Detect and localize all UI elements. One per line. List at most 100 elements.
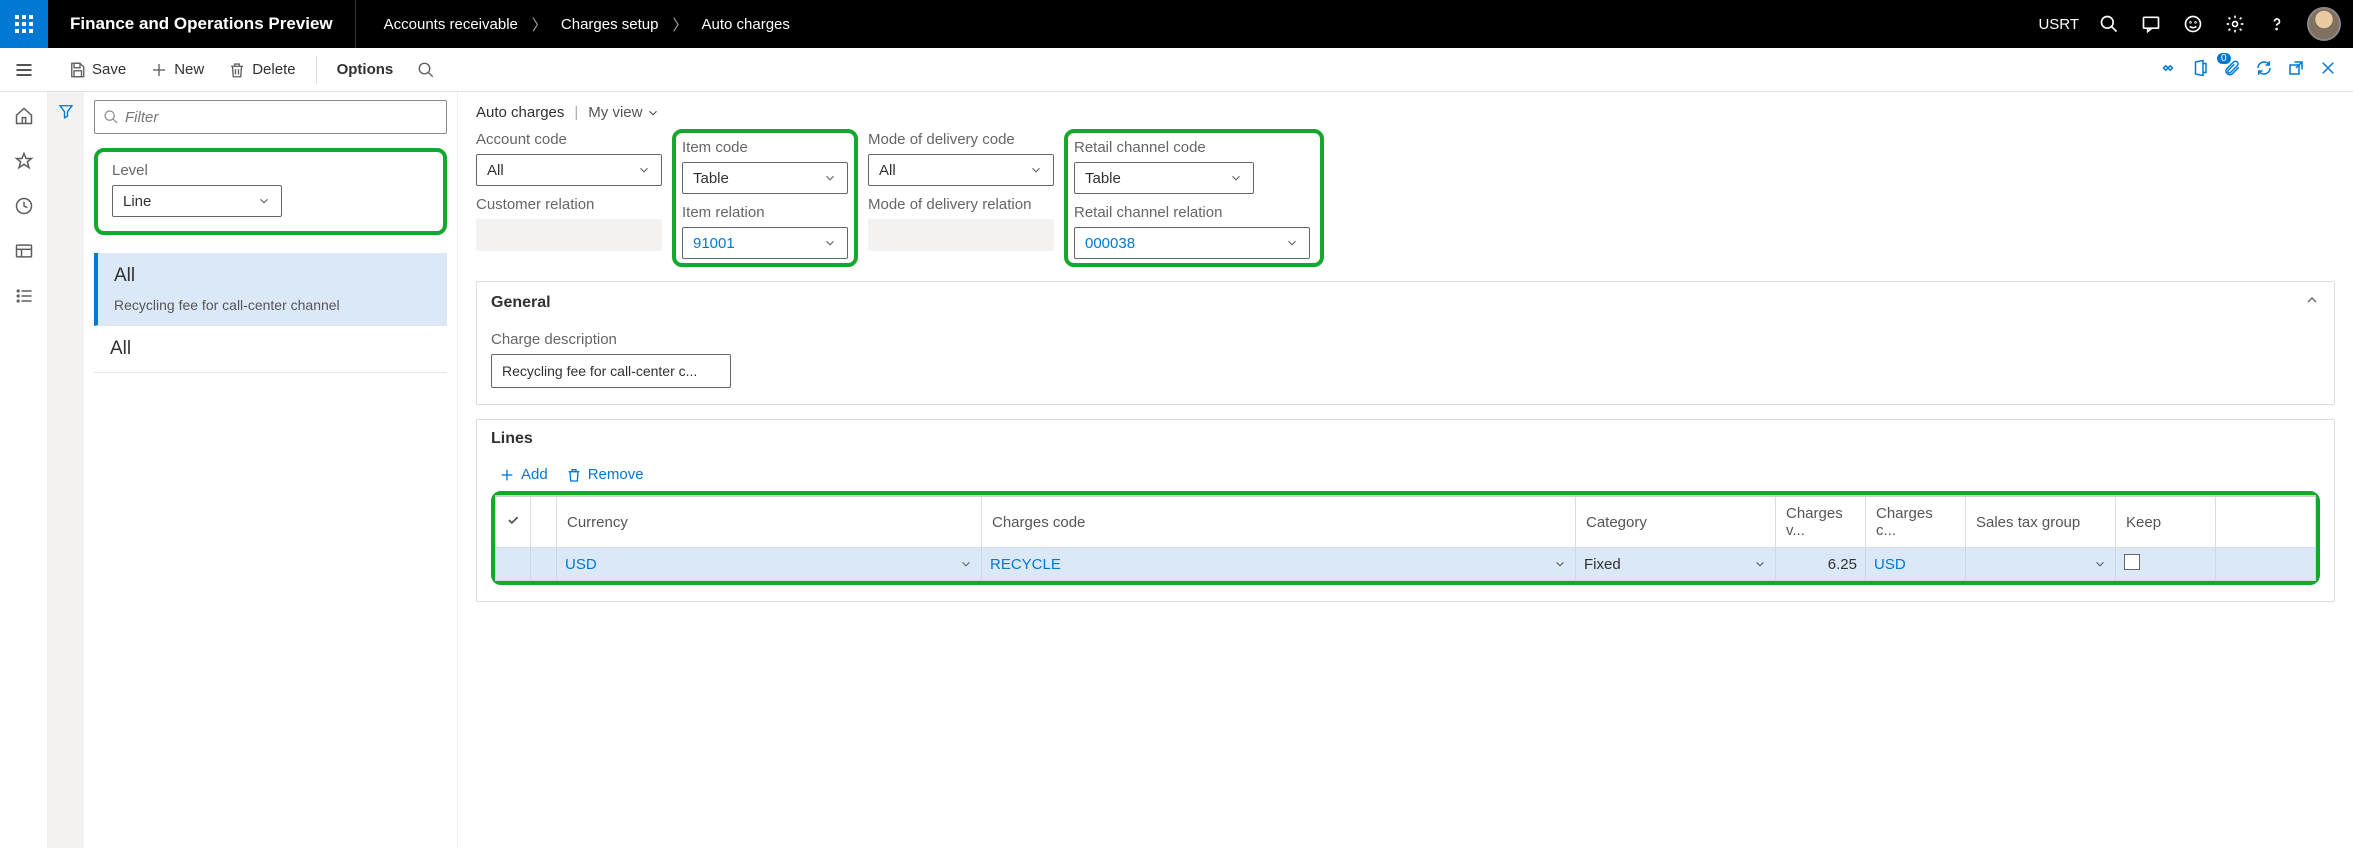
attachments-count: 0: [2217, 53, 2231, 64]
item-relation-select[interactable]: 91001: [682, 227, 848, 259]
item-relation-label: Item relation: [682, 204, 848, 221]
plus-icon: [499, 467, 515, 483]
chevron-down-icon: [637, 163, 651, 177]
mode-delivery-code-select[interactable]: All: [868, 154, 1054, 186]
list-item[interactable]: AllRecycling fee for call-center channel: [94, 253, 447, 326]
retail-channel-relation-select[interactable]: 000038: [1074, 227, 1310, 259]
breadcrumb-item[interactable]: Auto charges: [701, 16, 789, 33]
general-heading: General: [491, 294, 551, 312]
list-item[interactable]: All: [94, 326, 447, 373]
list-item-subtitle: Recycling fee for call-center channel: [114, 297, 431, 313]
search-icon[interactable]: [2097, 12, 2121, 36]
customer-relation-label: Customer relation: [476, 196, 662, 213]
account-code-select[interactable]: All: [476, 154, 662, 186]
save-label: Save: [92, 61, 126, 78]
modules-list-icon[interactable]: [14, 286, 34, 309]
chevron-down-icon: [646, 106, 660, 120]
charge-description-input[interactable]: Recycling fee for call-center c...: [491, 354, 731, 388]
commandbar-search-button[interactable]: [407, 55, 445, 85]
col-charges-c[interactable]: Charges c...: [1866, 496, 1966, 548]
save-icon: [68, 61, 86, 79]
gear-icon[interactable]: [2223, 12, 2247, 36]
messages-icon[interactable]: [2139, 12, 2163, 36]
company-picker[interactable]: USRT: [2038, 16, 2079, 33]
chevron-right-icon: 〉: [672, 14, 687, 35]
chevron-down-icon: [823, 236, 837, 250]
waffle-icon: [15, 15, 33, 33]
refresh-button[interactable]: [2255, 59, 2273, 80]
nav-list: AllRecycling fee for call-center channel…: [94, 253, 447, 373]
commandbar: Save New Delete Options 0: [0, 48, 2353, 92]
remove-line-button[interactable]: Remove: [566, 466, 644, 483]
col-currency[interactable]: Currency: [557, 496, 982, 548]
cell-charges-value[interactable]: 6.25: [1776, 548, 1866, 581]
chevron-down-icon: [1029, 163, 1043, 177]
avatar[interactable]: [2307, 7, 2341, 41]
office-icon[interactable]: [2191, 59, 2209, 80]
retail-channel-relation-label: Retail channel relation: [1074, 204, 1314, 221]
plus-icon: [150, 61, 168, 79]
filter-funnel-button[interactable]: [48, 92, 84, 848]
item-code-select[interactable]: Table: [682, 162, 848, 194]
col-category[interactable]: Category: [1576, 496, 1776, 548]
feedback-smiley-icon[interactable]: [2181, 12, 2205, 36]
collapse-button[interactable]: [2304, 292, 2320, 313]
col-sales-tax-group[interactable]: Sales tax group: [1966, 496, 2116, 548]
add-line-button[interactable]: Add: [499, 466, 548, 483]
home-icon[interactable]: [14, 106, 34, 129]
attachments-button[interactable]: 0: [2223, 59, 2241, 80]
level-label: Level: [112, 162, 431, 179]
item-code-label: Item code: [682, 139, 848, 156]
charge-description-value: Recycling fee for call-center c...: [502, 363, 697, 379]
mode-delivery-code-label: Mode of delivery code: [868, 131, 1054, 148]
cell-charges-code[interactable]: RECYCLE: [982, 548, 1576, 581]
table-row[interactable]: USDRECYCLEFixed6.25USD: [496, 548, 2316, 581]
level-select[interactable]: Line: [112, 185, 282, 217]
delete-button[interactable]: Delete: [218, 55, 305, 85]
cell-charges-c[interactable]: USD: [1866, 548, 1966, 581]
save-button[interactable]: Save: [58, 55, 136, 85]
mode-delivery-relation-field: [868, 219, 1054, 251]
options-button[interactable]: Options: [327, 55, 404, 84]
trash-icon: [566, 467, 582, 483]
header-fields-row: Account code All Customer relation Item …: [476, 129, 2335, 267]
filter-input[interactable]: [94, 100, 447, 134]
link-icon[interactable]: [2159, 59, 2177, 80]
filter-input-field[interactable]: [125, 109, 438, 126]
breadcrumb-item[interactable]: Charges setup: [561, 16, 659, 33]
select-all-checkbox[interactable]: [496, 496, 531, 548]
favorites-star-icon[interactable]: [14, 151, 34, 174]
help-icon[interactable]: [2265, 12, 2289, 36]
close-button[interactable]: [2319, 59, 2337, 80]
nav-toggle-button[interactable]: [0, 60, 48, 80]
list-item-title: All: [110, 338, 431, 360]
popout-button[interactable]: [2287, 59, 2305, 80]
workspaces-icon[interactable]: [14, 241, 34, 264]
chevron-down-icon: [257, 194, 271, 208]
new-button[interactable]: New: [140, 55, 214, 85]
recent-clock-icon[interactable]: [14, 196, 34, 219]
new-label: New: [174, 61, 204, 78]
cell-currency[interactable]: USD: [557, 548, 982, 581]
breadcrumb: Accounts receivable 〉 Charges setup 〉 Au…: [356, 14, 790, 35]
app-title: Finance and Operations Preview: [48, 0, 356, 48]
lines-section: Lines Add Remove: [476, 419, 2335, 602]
view-selector[interactable]: My view: [588, 104, 660, 121]
chevron-down-icon: [1285, 236, 1299, 250]
add-label: Add: [521, 466, 548, 483]
charge-description-label: Charge description: [491, 331, 2320, 348]
retail-channel-code-select[interactable]: Table: [1074, 162, 1254, 194]
cell-category[interactable]: Fixed: [1576, 548, 1776, 581]
view-label: My view: [588, 104, 642, 121]
general-section: General Charge description Recycling fee…: [476, 281, 2335, 405]
app-launcher-button[interactable]: [0, 0, 48, 48]
col-charges-code[interactable]: Charges code: [982, 496, 1576, 548]
retail-channel-code-label: Retail channel code: [1074, 139, 1314, 156]
cell-sales-tax-group[interactable]: [1966, 548, 2116, 581]
col-charges-value[interactable]: Charges v...: [1776, 496, 1866, 548]
row-handle[interactable]: [531, 548, 557, 581]
col-keep[interactable]: Keep: [2116, 496, 2216, 548]
cell-keep[interactable]: [2116, 548, 2216, 581]
row-select[interactable]: [496, 548, 531, 581]
breadcrumb-item[interactable]: Accounts receivable: [384, 16, 518, 33]
